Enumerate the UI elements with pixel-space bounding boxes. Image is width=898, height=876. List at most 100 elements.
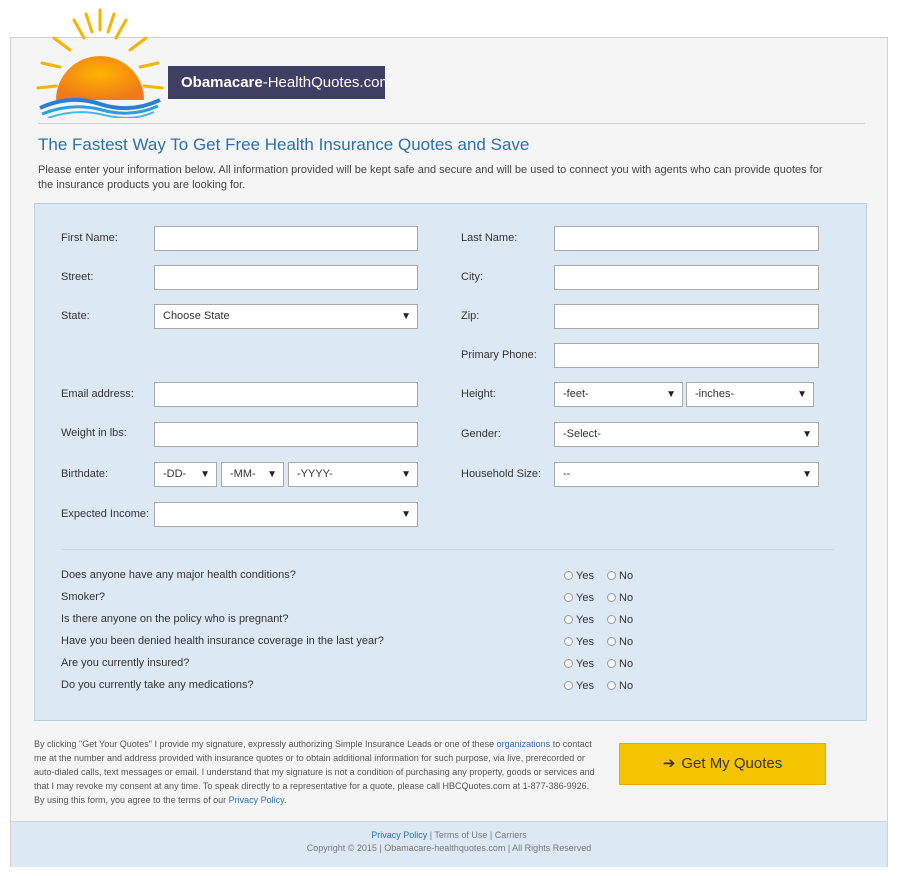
question-radio-group: Yes No — [564, 570, 633, 582]
question-label: Is there anyone on the policy who is pre… — [61, 613, 289, 625]
radio-yes[interactable] — [564, 593, 573, 602]
birth-day-select[interactable]: -DD- ▼ — [154, 462, 217, 487]
weight-label: Weight in lbs: — [61, 427, 127, 439]
birth-day-value: -DD- — [163, 468, 187, 480]
disclaimer-text-3: . — [283, 795, 287, 805]
get-my-quotes-button[interactable]: ➔ Get My Quotes — [619, 743, 826, 785]
birth-year-select[interactable]: -YYYY- ▼ — [288, 462, 418, 487]
radio-no-label: No — [619, 570, 634, 582]
email-input[interactable] — [154, 382, 418, 407]
radio-yes[interactable] — [564, 571, 573, 580]
birth-year-value: -YYYY- — [297, 468, 333, 480]
radio-no-label: No — [619, 636, 634, 648]
organizations-link[interactable]: organizations — [497, 739, 551, 749]
zip-label: Zip: — [461, 310, 480, 322]
radio-yes-label: Yes — [576, 636, 594, 648]
household-select-value: -- — [563, 468, 571, 480]
radio-no[interactable] — [607, 659, 617, 668]
radio-yes[interactable] — [564, 637, 573, 646]
footer-separator: | — [487, 830, 495, 840]
weight-input[interactable] — [154, 422, 418, 447]
first-name-input[interactable] — [154, 226, 418, 251]
question-label: Have you been denied health insurance co… — [61, 635, 384, 647]
page-container: Obamacare-HealthQuotes.com The Fastest W… — [10, 8, 888, 867]
radio-yes[interactable] — [564, 681, 573, 690]
question-label: Smoker? — [61, 591, 106, 603]
gender-select[interactable]: -Select- ▼ — [554, 422, 819, 447]
brand-name-bold: Obamacare — [181, 74, 263, 91]
footer-links: Privacy Policy | Terms of Use | Carriers — [11, 829, 887, 842]
question-label: Do you currently take any medications? — [61, 679, 254, 691]
radio-yes-label: Yes — [576, 592, 594, 604]
chevron-down-icon: ▼ — [267, 469, 277, 480]
form-divider — [61, 549, 834, 550]
footer-privacy-link[interactable]: Privacy Policy — [371, 830, 427, 840]
radio-yes-label: Yes — [576, 614, 594, 626]
radio-yes-label: Yes — [576, 680, 594, 692]
state-select-value: Choose State — [163, 310, 230, 322]
city-label: City: — [461, 271, 483, 283]
street-label: Street: — [61, 271, 94, 283]
footer-carriers-link[interactable]: Carriers — [495, 830, 527, 840]
radio-no[interactable] — [607, 571, 617, 580]
question-radio-group: Yes No — [564, 636, 633, 648]
phone-input[interactable] — [554, 343, 819, 368]
income-select[interactable]: ▼ — [154, 502, 418, 527]
state-select[interactable]: Choose State ▼ — [154, 304, 418, 329]
footer-terms-link[interactable]: Terms of Use — [434, 830, 487, 840]
income-label: Expected Income: — [61, 508, 150, 520]
question-label: Are you currently insured? — [61, 657, 190, 669]
chevron-down-icon: ▼ — [797, 389, 807, 400]
household-select[interactable]: -- ▼ — [554, 462, 819, 487]
height-inches-select[interactable]: -inches- ▼ — [686, 382, 814, 407]
get-my-quotes-label: Get My Quotes — [681, 755, 783, 772]
last-name-label: Last Name: — [461, 232, 518, 244]
gender-label: Gender: — [461, 428, 501, 440]
quote-form: First Name: Street: State: Choose State ▼… — [34, 203, 867, 721]
arrow-right-icon: ➔ — [662, 755, 676, 772]
radio-yes[interactable] — [564, 615, 573, 624]
question-radio-group: Yes No — [564, 592, 633, 604]
height-feet-select[interactable]: -feet- ▼ — [554, 382, 683, 407]
brand-badge: Obamacare-HealthQuotes.com — [168, 66, 392, 99]
radio-no[interactable] — [607, 637, 617, 646]
height-label: Height: — [461, 388, 496, 400]
last-name-input[interactable] — [554, 226, 819, 251]
household-label: Household Size: — [461, 468, 542, 480]
chevron-down-icon: ▼ — [401, 509, 411, 520]
chevron-down-icon: ▼ — [401, 311, 411, 322]
radio-no[interactable] — [607, 593, 617, 602]
question-radio-group: Yes No — [564, 658, 633, 670]
privacy-policy-link[interactable]: Privacy Policy — [229, 795, 284, 805]
consent-disclaimer: By clicking "Get Your Quotes" I provide … — [34, 737, 597, 807]
birthdate-label: Birthdate: — [61, 468, 109, 480]
chevron-down-icon: ▼ — [666, 389, 676, 400]
radio-yes-label: Yes — [576, 658, 594, 670]
street-input[interactable] — [154, 265, 418, 290]
chevron-down-icon: ▼ — [200, 469, 210, 480]
question-radio-group: Yes No — [564, 680, 633, 692]
gender-select-value: -Select- — [563, 428, 601, 440]
height-inches-value: -inches- — [695, 388, 735, 400]
radio-no-label: No — [619, 614, 634, 626]
chevron-down-icon: ▼ — [802, 429, 812, 440]
radio-yes[interactable] — [564, 659, 573, 668]
intro-text: Please enter your information below. All… — [38, 164, 823, 191]
radio-no-label: No — [619, 592, 634, 604]
zip-input[interactable] — [554, 304, 819, 329]
radio-yes-label: Yes — [576, 570, 594, 582]
header-divider — [38, 123, 865, 124]
email-label: Email address: — [61, 388, 134, 400]
page-footer: Privacy Policy | Terms of Use | Carriers… — [11, 821, 887, 867]
chevron-down-icon: ▼ — [802, 469, 812, 480]
birth-month-select[interactable]: -MM- ▼ — [221, 462, 284, 487]
radio-no-label: No — [619, 680, 634, 692]
city-input[interactable] — [554, 265, 819, 290]
radio-no[interactable] — [607, 681, 617, 690]
chevron-down-icon: ▼ — [401, 469, 411, 480]
birth-month-value: -MM- — [230, 468, 256, 480]
page-title: The Fastest Way To Get Free Health Insur… — [38, 135, 530, 154]
radio-no[interactable] — [607, 615, 617, 624]
question-label: Does anyone have any major health condit… — [61, 569, 296, 581]
first-name-label: First Name: — [61, 232, 118, 244]
